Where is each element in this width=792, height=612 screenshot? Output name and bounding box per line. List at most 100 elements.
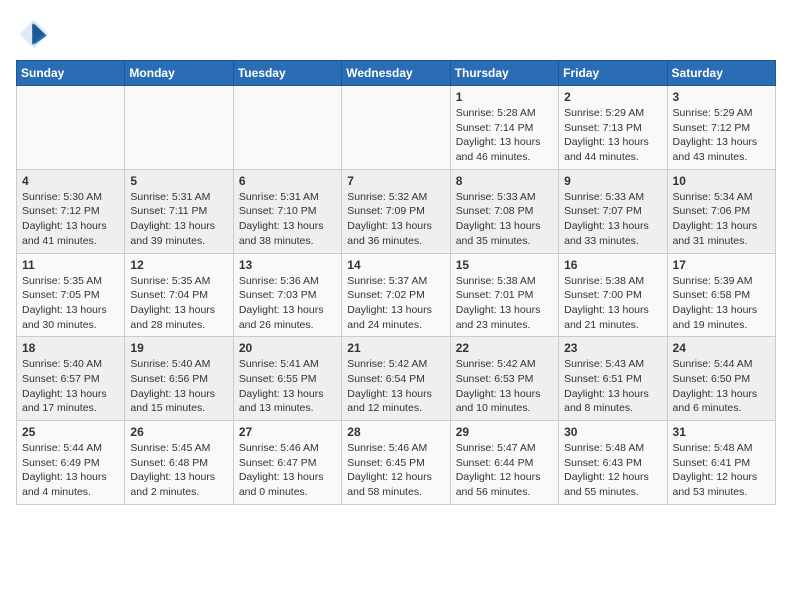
day-info: Sunrise: 5:35 AMSunset: 7:05 PMDaylight:… (22, 274, 119, 333)
day-info: Sunrise: 5:38 AMSunset: 7:00 PMDaylight:… (564, 274, 661, 333)
day-info: Sunrise: 5:41 AMSunset: 6:55 PMDaylight:… (239, 357, 336, 416)
calendar-cell-w3-d3: 14 Sunrise: 5:37 AMSunset: 7:02 PMDayligh… (342, 253, 450, 337)
calendar-cell-w4-d6: 24Sunrise: 5:44 AMSunset: 6:50 PMDayligh… (667, 337, 775, 421)
calendar-cell-w4-d2: 20 Sunrise: 5:41 AMSunset: 6:55 PMDayligh… (233, 337, 341, 421)
calendar-cell-w4-d5: 23 Sunrise: 5:43 AMSunset: 6:51 PMDayligh… (559, 337, 667, 421)
calendar-cell-w2-d6: 10 Sunrise: 5:34 AMSunset: 7:06 PMDayligh… (667, 169, 775, 253)
calendar-cell-w1-d3 (342, 86, 450, 170)
day-info: Sunrise: 5:33 AMSunset: 7:08 PMDaylight:… (456, 190, 553, 249)
calendar-header: SundayMondayTuesdayWednesdayThursdayFrid… (17, 61, 776, 86)
calendar-cell-w3-d4: 15 Sunrise: 5:38 AMSunset: 7:01 PMDayligh… (450, 253, 558, 337)
weekday-sunday: Sunday (17, 61, 125, 86)
day-info: Sunrise: 5:29 AMSunset: 7:13 PMDaylight:… (564, 106, 661, 165)
day-number: 20 (239, 341, 336, 355)
calendar-cell-w5-d3: 28Sunrise: 5:46 AMSunset: 6:45 PMDayligh… (342, 421, 450, 505)
calendar-cell-w5-d5: 30Sunrise: 5:48 AMSunset: 6:43 PMDayligh… (559, 421, 667, 505)
calendar-cell-w5-d0: 25Sunrise: 5:44 AMSunset: 6:49 PMDayligh… (17, 421, 125, 505)
day-number: 14 (347, 258, 444, 272)
calendar: SundayMondayTuesdayWednesdayThursdayFrid… (16, 60, 776, 505)
calendar-cell-w3-d2: 13 Sunrise: 5:36 AMSunset: 7:03 PMDayligh… (233, 253, 341, 337)
day-info: Sunrise: 5:48 AMSunset: 6:41 PMDaylight:… (673, 441, 770, 500)
calendar-cell-w2-d1: 5Sunrise: 5:31 AMSunset: 7:11 PMDaylight… (125, 169, 233, 253)
calendar-cell-w2-d3: 7Sunrise: 5:32 AMSunset: 7:09 PMDaylight… (342, 169, 450, 253)
calendar-cell-w2-d5: 9 Sunrise: 5:33 AMSunset: 7:07 PMDaylight… (559, 169, 667, 253)
day-number: 28 (347, 425, 444, 439)
day-info: Sunrise: 5:29 AMSunset: 7:12 PMDaylight:… (673, 106, 770, 165)
calendar-cell-w5-d6: 31 Sunrise: 5:48 AMSunset: 6:41 PMDayligh… (667, 421, 775, 505)
day-info: Sunrise: 5:33 AMSunset: 7:07 PMDaylight:… (564, 190, 661, 249)
weekday-saturday: Saturday (667, 61, 775, 86)
weekday-monday: Monday (125, 61, 233, 86)
calendar-cell-w2-d4: 8 Sunrise: 5:33 AMSunset: 7:08 PMDaylight… (450, 169, 558, 253)
day-info: Sunrise: 5:45 AMSunset: 6:48 PMDaylight:… (130, 441, 227, 500)
day-info: Sunrise: 5:35 AMSunset: 7:04 PMDaylight:… (130, 274, 227, 333)
week-row-2: 4 Sunrise: 5:30 AMSunset: 7:12 PMDaylight… (17, 169, 776, 253)
day-number: 22 (456, 341, 553, 355)
day-number: 18 (22, 341, 119, 355)
day-info: Sunrise: 5:46 AMSunset: 6:47 PMDaylight:… (239, 441, 336, 500)
calendar-cell-w1-d4: 1Sunrise: 5:28 AMSunset: 7:14 PMDaylight… (450, 86, 558, 170)
calendar-cell-w3-d1: 12 Sunrise: 5:35 AMSunset: 7:04 PMDayligh… (125, 253, 233, 337)
calendar-cell-w3-d6: 17 Sunrise: 5:39 AMSunset: 6:58 PMDayligh… (667, 253, 775, 337)
day-info: Sunrise: 5:31 AMSunset: 7:10 PMDaylight:… (239, 190, 336, 249)
day-number: 6 (239, 174, 336, 188)
day-number: 5 (130, 174, 227, 188)
day-number: 26 (130, 425, 227, 439)
calendar-cell-w1-d1 (125, 86, 233, 170)
week-row-1: 1Sunrise: 5:28 AMSunset: 7:14 PMDaylight… (17, 86, 776, 170)
day-number: 11 (22, 258, 119, 272)
calendar-cell-w2-d2: 6 Sunrise: 5:31 AMSunset: 7:10 PMDaylight… (233, 169, 341, 253)
day-number: 31 (673, 425, 770, 439)
day-number: 15 (456, 258, 553, 272)
day-info: Sunrise: 5:42 AMSunset: 6:54 PMDaylight:… (347, 357, 444, 416)
weekday-friday: Friday (559, 61, 667, 86)
week-row-4: 18 Sunrise: 5:40 AMSunset: 6:57 PMDayligh… (17, 337, 776, 421)
day-number: 2 (564, 90, 661, 104)
day-number: 23 (564, 341, 661, 355)
day-number: 17 (673, 258, 770, 272)
day-number: 13 (239, 258, 336, 272)
calendar-cell-w5-d4: 29 Sunrise: 5:47 AMSunset: 6:44 PMDayligh… (450, 421, 558, 505)
logo-icon (16, 16, 52, 52)
day-info: Sunrise: 5:42 AMSunset: 6:53 PMDaylight:… (456, 357, 553, 416)
day-info: Sunrise: 5:43 AMSunset: 6:51 PMDaylight:… (564, 357, 661, 416)
calendar-cell-w1-d5: 2 Sunrise: 5:29 AMSunset: 7:13 PMDaylight… (559, 86, 667, 170)
logo (16, 16, 56, 52)
calendar-cell-w4-d3: 21 Sunrise: 5:42 AMSunset: 6:54 PMDayligh… (342, 337, 450, 421)
day-number: 9 (564, 174, 661, 188)
calendar-cell-w3-d5: 16Sunrise: 5:38 AMSunset: 7:00 PMDayligh… (559, 253, 667, 337)
day-info: Sunrise: 5:40 AMSunset: 6:57 PMDaylight:… (22, 357, 119, 416)
calendar-body: 1Sunrise: 5:28 AMSunset: 7:14 PMDaylight… (17, 86, 776, 505)
day-number: 10 (673, 174, 770, 188)
day-info: Sunrise: 5:39 AMSunset: 6:58 PMDaylight:… (673, 274, 770, 333)
week-row-3: 11 Sunrise: 5:35 AMSunset: 7:05 PMDayligh… (17, 253, 776, 337)
calendar-cell-w2-d0: 4 Sunrise: 5:30 AMSunset: 7:12 PMDaylight… (17, 169, 125, 253)
day-number: 1 (456, 90, 553, 104)
day-number: 21 (347, 341, 444, 355)
day-info: Sunrise: 5:32 AMSunset: 7:09 PMDaylight:… (347, 190, 444, 249)
day-number: 8 (456, 174, 553, 188)
day-info: Sunrise: 5:30 AMSunset: 7:12 PMDaylight:… (22, 190, 119, 249)
day-info: Sunrise: 5:34 AMSunset: 7:06 PMDaylight:… (673, 190, 770, 249)
day-number: 3 (673, 90, 770, 104)
day-number: 4 (22, 174, 119, 188)
calendar-cell-w5-d2: 27Sunrise: 5:46 AMSunset: 6:47 PMDayligh… (233, 421, 341, 505)
calendar-cell-w5-d1: 26 Sunrise: 5:45 AMSunset: 6:48 PMDayligh… (125, 421, 233, 505)
week-row-5: 25Sunrise: 5:44 AMSunset: 6:49 PMDayligh… (17, 421, 776, 505)
day-info: Sunrise: 5:37 AMSunset: 7:02 PMDaylight:… (347, 274, 444, 333)
day-info: Sunrise: 5:36 AMSunset: 7:03 PMDaylight:… (239, 274, 336, 333)
day-info: Sunrise: 5:38 AMSunset: 7:01 PMDaylight:… (456, 274, 553, 333)
weekday-header-row: SundayMondayTuesdayWednesdayThursdayFrid… (17, 61, 776, 86)
day-info: Sunrise: 5:47 AMSunset: 6:44 PMDaylight:… (456, 441, 553, 500)
day-number: 29 (456, 425, 553, 439)
day-info: Sunrise: 5:44 AMSunset: 6:49 PMDaylight:… (22, 441, 119, 500)
calendar-cell-w1-d6: 3 Sunrise: 5:29 AMSunset: 7:12 PMDaylight… (667, 86, 775, 170)
calendar-cell-w4-d1: 19Sunrise: 5:40 AMSunset: 6:56 PMDayligh… (125, 337, 233, 421)
weekday-wednesday: Wednesday (342, 61, 450, 86)
calendar-cell-w4-d4: 22 Sunrise: 5:42 AMSunset: 6:53 PMDayligh… (450, 337, 558, 421)
weekday-thursday: Thursday (450, 61, 558, 86)
calendar-cell-w4-d0: 18 Sunrise: 5:40 AMSunset: 6:57 PMDayligh… (17, 337, 125, 421)
day-number: 12 (130, 258, 227, 272)
day-number: 19 (130, 341, 227, 355)
weekday-tuesday: Tuesday (233, 61, 341, 86)
